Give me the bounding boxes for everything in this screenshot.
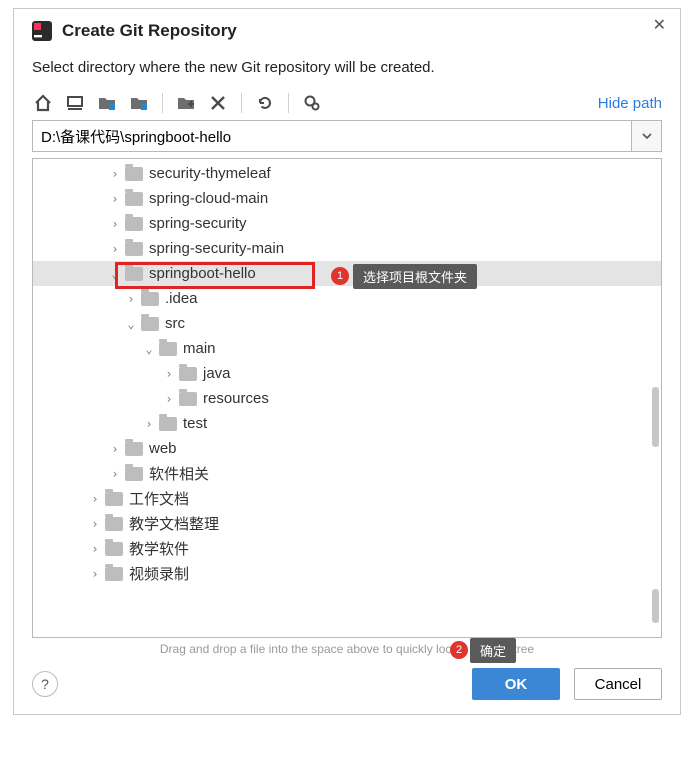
chevron-right-icon[interactable]: › [107, 217, 123, 231]
tree-item-label: test [183, 415, 207, 432]
tree-row[interactable]: › web [33, 436, 661, 461]
chevron-right-icon[interactable]: › [161, 367, 177, 381]
hide-path-link[interactable]: Hide path [598, 95, 662, 112]
new-folder-icon[interactable] [175, 92, 197, 114]
tree-item-label: spring-security [149, 215, 247, 232]
folder-icon [179, 367, 197, 381]
chevron-right-icon[interactable]: › [161, 392, 177, 406]
folder-icon [179, 392, 197, 406]
tree-item-label: src [165, 315, 185, 332]
folder-icon [125, 267, 143, 281]
tree-row[interactable]: ⌄ main [33, 336, 661, 361]
desktop-icon[interactable] [64, 92, 86, 114]
separator [288, 93, 289, 113]
folder-icon [125, 192, 143, 206]
tree-item-label: main [183, 340, 216, 357]
annotation-tip-1: 选择项目根文件夹 [353, 264, 477, 289]
help-button[interactable]: ? [32, 671, 58, 697]
tree-item-label: 视频录制 [129, 563, 189, 584]
folder-icon [159, 417, 177, 431]
chevron-right-icon[interactable]: › [123, 292, 139, 306]
delete-icon[interactable] [207, 92, 229, 114]
chevron-right-icon[interactable]: › [107, 442, 123, 456]
folder-icon [141, 292, 159, 306]
path-toolbar: Hide path [32, 90, 662, 120]
cancel-button[interactable]: Cancel [574, 668, 662, 700]
tree-row[interactable]: › .idea [33, 286, 661, 311]
tree-row[interactable]: › spring-cloud-main [33, 186, 661, 211]
tree-item-label: java [203, 365, 231, 382]
dialog-title: Create Git Repository [62, 21, 237, 41]
tree-row[interactable]: › 教学文档整理 [33, 511, 661, 536]
annotation-badge-2: 2 [450, 641, 468, 659]
tree-row[interactable]: › spring-security [33, 211, 661, 236]
chevron-right-icon[interactable]: › [87, 517, 103, 531]
tree-item-label: springboot-hello [149, 265, 256, 282]
tree-item-label: 教学文档整理 [129, 513, 219, 534]
tree-item-label: 工作文档 [129, 488, 189, 509]
folder-icon [105, 492, 123, 506]
ok-button[interactable]: OK [472, 668, 560, 700]
tree-item-label: web [149, 440, 177, 457]
tree-row[interactable]: › resources [33, 386, 661, 411]
module-folder-icon[interactable] [128, 92, 150, 114]
path-input[interactable] [32, 120, 632, 152]
project-folder-icon[interactable] [96, 92, 118, 114]
tree-row[interactable]: › 视频录制 [33, 561, 661, 586]
tree-row[interactable]: › test [33, 411, 661, 436]
create-git-repo-dialog: ✕ Create Git Repository Select directory… [13, 8, 681, 715]
scrollbar-thumb[interactable] [652, 589, 659, 623]
folder-icon [141, 317, 159, 331]
chevron-right-icon[interactable]: › [107, 467, 123, 481]
separator [241, 93, 242, 113]
scrollbar-thumb[interactable] [652, 387, 659, 447]
chevron-right-icon[interactable]: › [87, 542, 103, 556]
tree-item-label: 软件相关 [149, 463, 209, 484]
folder-icon [125, 242, 143, 256]
folder-icon [125, 467, 143, 481]
tree-item-label: 教学软件 [129, 538, 189, 559]
show-hidden-icon[interactable] [301, 92, 323, 114]
tree-row[interactable]: ⌄ src [33, 311, 661, 336]
tree-item-label: .idea [165, 290, 198, 307]
intellij-icon [32, 21, 52, 41]
annotation-badge-1: 1 [331, 267, 349, 285]
close-icon[interactable]: ✕ [653, 15, 666, 35]
refresh-icon[interactable] [254, 92, 276, 114]
chevron-right-icon[interactable]: › [107, 167, 123, 181]
tree-row[interactable]: › security-thymeleaf [33, 161, 661, 186]
annotation-tip-2: 确定 [470, 638, 516, 663]
folder-icon [125, 442, 143, 456]
folder-icon [159, 342, 177, 356]
tree-row[interactable]: › spring-security-main [33, 236, 661, 261]
chevron-right-icon[interactable]: › [107, 242, 123, 256]
path-dropdown-button[interactable] [632, 120, 662, 152]
chevron-down-icon[interactable]: ⌄ [107, 267, 123, 281]
chevron-right-icon[interactable]: › [141, 417, 157, 431]
tree-row[interactable]: › 软件相关 [33, 461, 661, 486]
drop-hint: Drag and drop a file into the space abov… [32, 642, 662, 656]
folder-icon [105, 567, 123, 581]
home-icon[interactable] [32, 92, 54, 114]
tree-row[interactable]: › 教学软件 [33, 536, 661, 561]
folder-icon [125, 167, 143, 181]
tree-item-label: security-thymeleaf [149, 165, 271, 182]
chevron-down-icon[interactable]: ⌄ [141, 342, 157, 356]
chevron-right-icon[interactable]: › [87, 567, 103, 581]
tree-item-label: resources [203, 390, 269, 407]
chevron-down-icon[interactable]: ⌄ [123, 317, 139, 331]
directory-tree[interactable]: › security-thymeleaf › spring-cloud-main › sp… [32, 158, 662, 638]
tree-item-label: spring-security-main [149, 240, 284, 257]
dialog-subtitle: Select directory where the new Git repos… [32, 59, 662, 76]
folder-icon [105, 542, 123, 556]
folder-icon [125, 217, 143, 231]
separator [162, 93, 163, 113]
tree-row[interactable]: › 工作文档 [33, 486, 661, 511]
folder-icon [105, 517, 123, 531]
chevron-right-icon[interactable]: › [107, 192, 123, 206]
tree-item-label: spring-cloud-main [149, 190, 268, 207]
chevron-right-icon[interactable]: › [87, 492, 103, 506]
tree-row[interactable]: › java [33, 361, 661, 386]
